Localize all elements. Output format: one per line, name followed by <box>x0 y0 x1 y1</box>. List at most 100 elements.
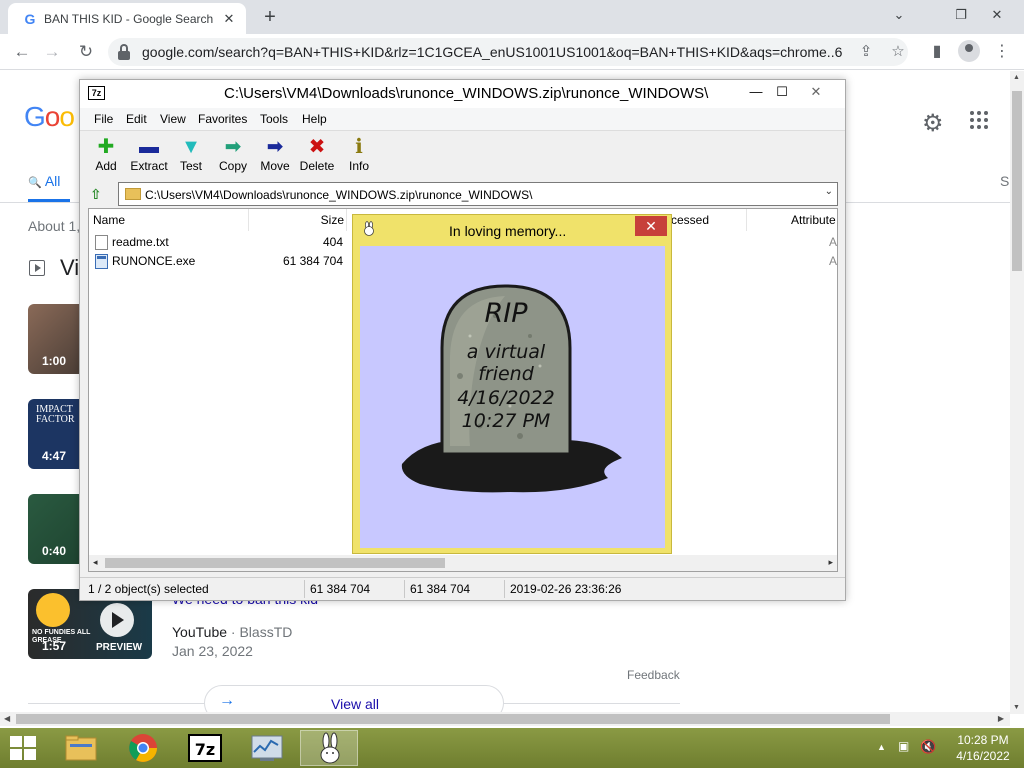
side-panel-icon[interactable]: ▮ <box>925 40 949 64</box>
tray-overflow-icon[interactable]: ▲ <box>877 742 886 752</box>
taskbar-file-explorer[interactable] <box>52 730 110 766</box>
bunny-icon <box>320 732 340 764</box>
page-horizontal-scrollbar[interactable]: ◀ ▶ <box>0 712 1010 726</box>
page-vertical-scrollbar[interactable]: ▲ ▼ <box>1010 71 1024 714</box>
info-icon: ℹ <box>355 136 363 158</box>
sevenzip-maximize-button[interactable]: ☐ <box>768 82 796 102</box>
scrollbar-thumb[interactable] <box>16 714 890 724</box>
menu-view[interactable]: View <box>160 112 186 126</box>
url-text[interactable]: google.com/search?q=BAN+THIS+KID&rlz=1C1… <box>142 44 842 60</box>
bunny-icon <box>364 221 374 236</box>
clock-date: 4/16/2022 <box>956 749 1010 763</box>
scroll-left-icon[interactable]: ◂ <box>93 557 98 568</box>
scroll-down-icon[interactable]: ▼ <box>1013 704 1020 711</box>
folder-up-icon[interactable]: ⇧ <box>90 185 110 203</box>
move-button[interactable]: ➡ Move <box>253 135 297 179</box>
menu-favorites[interactable]: Favorites <box>198 112 247 126</box>
taskbar-7zip[interactable]: 7z <box>176 730 234 766</box>
forward-button[interactable]: → <box>40 40 64 64</box>
network-icon[interactable]: ▣ <box>898 739 909 753</box>
settings-gear-icon[interactable]: ⚙ <box>922 109 944 138</box>
volume-muted-icon[interactable]: 🔇 <box>920 739 936 755</box>
file-name: RUNONCE.exe <box>112 254 196 268</box>
view-all-button[interactable]: → View all <box>204 685 504 714</box>
video-duration: 0:40 <box>42 544 67 558</box>
sevenzip-app-icon: 7z <box>88 86 105 100</box>
browser-minimize-button[interactable]: ⌄ <box>884 2 914 28</box>
video-duration: 4:47 <box>42 449 67 463</box>
emoji-face-icon <box>36 593 70 627</box>
file-list-scrollbar[interactable]: ◂ ▸ <box>89 555 837 571</box>
sevenzip-titlebar[interactable]: 7z C:\Users\VM4\Downloads\runonce_WINDOW… <box>80 80 845 108</box>
column-size[interactable]: Size <box>249 209 347 231</box>
epitaph-line-1: a virtual <box>467 341 546 363</box>
lock-icon[interactable] <box>118 44 130 60</box>
scroll-right-icon[interactable]: ▸ <box>828 557 833 568</box>
new-tab-button[interactable]: + <box>258 6 282 30</box>
menu-edit[interactable]: Edit <box>126 112 147 126</box>
sevenzip-path-field[interactable]: C:\Users\VM4\Downloads\runonce_WINDOWS.z… <box>118 182 838 206</box>
extract-button[interactable]: ▬ Extract <box>127 135 171 179</box>
bookmark-star-icon[interactable]: ☆ <box>886 40 910 64</box>
tab-title: BAN THIS KID - Google Search <box>44 12 214 26</box>
file-name: readme.txt <box>112 235 169 249</box>
tab-all[interactable]: 🔍 All <box>28 173 60 189</box>
sevenzip-menubar: File Edit View Favorites Tools Help <box>80 108 845 130</box>
scrollbar-thumb[interactable] <box>1012 91 1022 271</box>
play-button-icon[interactable] <box>100 603 134 637</box>
column-attributes[interactable]: Attribute <box>749 209 837 231</box>
scroll-up-icon[interactable]: ▲ <box>1013 74 1020 81</box>
taskbar-chrome[interactable] <box>114 730 172 766</box>
info-button[interactable]: ℹ Info <box>337 135 381 179</box>
google-logo[interactable]: Goo <box>24 101 75 133</box>
add-icon: ✚ <box>97 136 115 158</box>
svg-text:7z: 7z <box>195 740 215 759</box>
google-apps-icon[interactable] <box>970 111 990 131</box>
feedback-link[interactable]: Feedback <box>627 668 680 682</box>
add-button[interactable]: ✚ Add <box>84 135 128 179</box>
memorial-canvas: RIP a virtual friend 4/16/2022 10:27 PM <box>360 246 665 548</box>
status-size: 61 384 704 <box>310 582 371 596</box>
share-icon[interactable]: ⇪ <box>854 40 878 64</box>
browser-restore-button[interactable]: ❐ <box>946 2 976 28</box>
taskbar-clock[interactable]: 10:28 PM 4/16/2022 <box>950 732 1016 764</box>
clock-time: 10:28 PM <box>957 733 1009 747</box>
chevron-down-icon[interactable]: ⌄ <box>825 186 833 197</box>
scrollbar-thumb[interactable] <box>105 558 445 568</box>
tab-cut-label[interactable]: S <box>1000 173 1009 189</box>
video-source: YouTube · BlassTD <box>172 624 293 640</box>
sevenzip-minimize-button[interactable]: — <box>742 82 770 102</box>
copy-button[interactable]: ➡ Copy <box>211 135 255 179</box>
browser-menu-icon[interactable]: ⋮ <box>990 40 1014 64</box>
address-bar[interactable]: google.com/search?q=BAN+THIS+KID&rlz=1C1… <box>108 38 908 66</box>
browser-tab[interactable]: G BAN THIS KID - Google Search ✕ <box>8 3 246 34</box>
taskbar-task-manager[interactable] <box>238 730 296 766</box>
taskbar-memorial-app[interactable] <box>300 730 358 766</box>
browser-toolbar: ← → ↻ google.com/search?q=BAN+THIS+KID&r… <box>0 34 1024 70</box>
video-date: Jan 23, 2022 <box>172 643 253 659</box>
profile-avatar[interactable] <box>958 40 980 62</box>
reload-button[interactable]: ↻ <box>74 40 98 64</box>
menu-file[interactable]: File <box>94 112 113 126</box>
test-button[interactable]: ▼ Test <box>169 135 213 179</box>
menu-help[interactable]: Help <box>302 112 327 126</box>
sevenzip-close-button[interactable]: ✕ <box>802 82 830 102</box>
sevenzip-statusbar: 1 / 2 object(s) selected 61 384 704 61 3… <box>80 577 845 600</box>
scroll-right-icon[interactable]: ▶ <box>998 714 1004 723</box>
column-name[interactable]: Name <box>89 209 249 231</box>
column-accessed[interactable]: cessed <box>667 209 747 231</box>
thumbnail-overlay-text: IMPACT FACTOR <box>36 404 75 425</box>
delete-button[interactable]: ✖ Delete <box>295 135 339 179</box>
scroll-left-icon[interactable]: ◀ <box>4 714 10 723</box>
video-duration: 1:00 <box>42 354 67 368</box>
memorial-title: In loving memory... <box>449 223 567 239</box>
result-stats: About 1, <box>28 218 81 234</box>
menu-tools[interactable]: Tools <box>260 112 288 126</box>
back-button[interactable]: ← <box>10 40 34 64</box>
memorial-close-button[interactable]: ✕ <box>635 216 667 236</box>
videos-heading: Vi <box>60 255 80 280</box>
tab-close-icon[interactable]: ✕ <box>220 10 238 28</box>
windows-start-icon[interactable] <box>10 736 38 762</box>
epitaph-date: 4/16/2022 <box>457 387 554 409</box>
browser-close-button[interactable]: ✕ <box>982 2 1012 28</box>
